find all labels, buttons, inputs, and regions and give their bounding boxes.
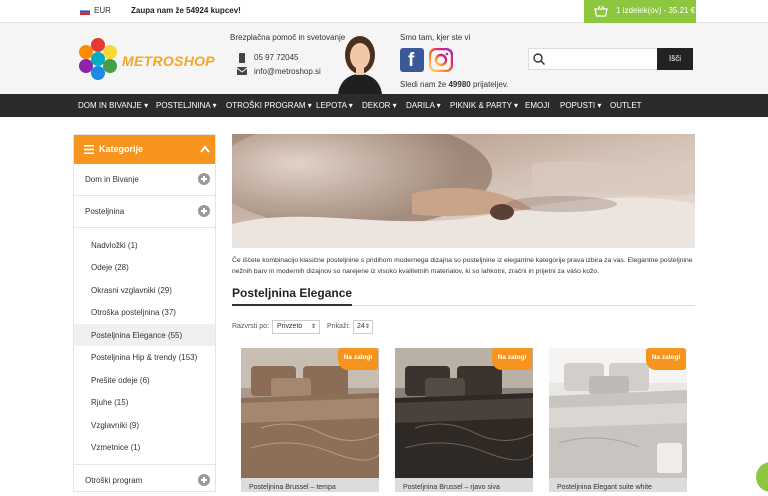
select-arrows-icon: ⇕ (310, 324, 316, 330)
in-stock-badge: Na zalogi (492, 348, 532, 370)
email-icon (236, 67, 248, 75)
logo-text: METROSHOP (122, 53, 215, 69)
fans-prefix: Sledi nam že (400, 80, 447, 89)
search-button[interactable]: Išči (657, 48, 693, 70)
sidebar-subitem-active[interactable]: Posteljnina Elegance (55) (74, 324, 215, 346)
category-sidebar: Kategorije Dom in Bivanje Posteljnina Na… (73, 134, 216, 492)
list-icon (84, 145, 94, 154)
expand-plus-icon[interactable] (198, 474, 210, 486)
main-nav: DOM IN BIVANJE ▾ POSTELJNINA ▾ OTROŠKI P… (0, 94, 768, 117)
sort-select[interactable]: Privzeto ⇕ (272, 320, 320, 334)
sidebar-item-dom-in-bivanje[interactable]: Dom in Bivanje (74, 164, 215, 196)
sidebar-subitem-label: Odeje (28) (91, 263, 129, 272)
sort-label: Razvrsti po: (232, 323, 269, 330)
product-card[interactable]: Na zalogi Posteljnina Elegant suite whit… (548, 348, 688, 492)
logo-mark-icon (79, 38, 117, 80)
sidebar-header[interactable]: Kategorije (74, 135, 215, 164)
sidebar-subitem[interactable]: Posteljnina Hip & trendy (153) (74, 346, 215, 368)
sidebar-subitem-label: Posteljnina Hip & trendy (153) (91, 353, 198, 362)
sidebar-subitem-label: Posteljnina Elegance (55) (91, 331, 183, 340)
show-count-select[interactable]: 24 ⇕ (353, 320, 373, 334)
sidebar-subitem-label: Nadvložki (1) (91, 241, 138, 250)
nav-item-emoji[interactable]: EMOJI (525, 101, 549, 110)
basket-icon (594, 5, 608, 17)
sidebar-subitem-label: Okrasni vzglavniki (29) (91, 286, 172, 295)
in-stock-badge: Na zalogi (646, 348, 686, 370)
category-description: Če iščete kombinacijo klasične posteljni… (232, 257, 693, 275)
sidebar-subitem[interactable]: Odeje (28) (74, 256, 215, 278)
sidebar-item-otroski-program[interactable]: Otroški program (74, 464, 215, 496)
sidebar-subitem[interactable]: Rjuhe (15) (74, 391, 215, 413)
nav-item-otroski-program[interactable]: OTROŠKI PROGRAM ▾ (226, 101, 312, 110)
show-value: 24 (357, 323, 365, 330)
product-card[interactable]: Na zalogi Posteljnina Brussel – tempa (240, 348, 380, 492)
fans-text: Sledi nam že 49980 prijateljev. (400, 80, 508, 89)
in-stock-badge: Na zalogi (338, 348, 378, 370)
product-name[interactable]: Posteljnina Elegant suite white (549, 478, 687, 492)
chat-bubble-button[interactable] (756, 462, 768, 492)
expand-plus-icon[interactable] (198, 205, 210, 217)
nav-item-piknik-party[interactable]: PIKNIK & PARTY ▾ (450, 101, 518, 110)
slovenia-flag-icon[interactable] (80, 8, 90, 15)
phone-icon (239, 53, 245, 63)
social-title: Smo tam, kjer ste vi (400, 33, 471, 42)
sidebar-subitem[interactable]: Nadvložki (1) (74, 234, 215, 256)
sidebar-title: Kategorije (99, 144, 144, 154)
instagram-icon[interactable] (429, 48, 453, 72)
select-arrows-icon: ⇕ (364, 324, 370, 330)
sidebar-subitem-label: Prešite odeje (6) (91, 376, 150, 385)
nav-item-outlet[interactable]: OUTLET (610, 101, 642, 110)
chevron-up-icon[interactable] (200, 145, 210, 153)
support-agent-photo (338, 36, 382, 94)
cart-button[interactable]: 1 izdelek(ov) - 35.21 € (584, 0, 696, 23)
bedroom-banner-image (232, 134, 695, 248)
sidebar-item-label: Posteljnina (85, 207, 125, 216)
logo[interactable]: METROSHOP (76, 37, 215, 81)
sidebar-subitem[interactable]: Otroška posteljnina (37) (74, 301, 215, 323)
help-title: Brezplačna pomoč in svetovanje (230, 33, 346, 42)
category-banner (232, 134, 695, 248)
fans-count: 49980 (448, 80, 471, 89)
sidebar-subitem[interactable]: Vzglavniki (9) (74, 414, 215, 436)
sidebar-item-label: Dom in Bivanje (85, 175, 139, 184)
product-name[interactable]: Posteljnina Brussel – tempa (241, 478, 379, 492)
page-title: Posteljnina Elegance (232, 286, 353, 300)
fans-suffix: prijateljev. (472, 80, 509, 89)
sidebar-item-label: Otroški program (85, 476, 143, 485)
sidebar-subitem[interactable]: Prešite odeje (6) (74, 369, 215, 391)
expand-plus-icon[interactable] (198, 173, 210, 185)
show-label: Prikaži: (327, 323, 350, 330)
sort-value: Privzeto (277, 323, 303, 330)
sidebar-subitem-label: Otroška posteljnina (37) (91, 308, 176, 317)
email-address[interactable]: info@metroshop.si (254, 67, 321, 76)
nav-item-dekor[interactable]: DEKOR ▾ (362, 101, 397, 110)
nav-item-posteljnina[interactable]: POSTELJNINA ▾ (156, 101, 216, 110)
promo-text: Zaupa nam že 54924 kupcev! (131, 6, 241, 15)
sidebar-subitem-label: Vzmetnice (1) (91, 443, 141, 452)
nav-item-dom-in-bivanje[interactable]: DOM IN BIVANJE ▾ (78, 101, 148, 110)
search-icon (533, 53, 545, 65)
nav-item-lepota[interactable]: LEPOTA ▾ (316, 101, 353, 110)
phone-number[interactable]: 05 97 72045 (254, 53, 299, 62)
sidebar-subitem-label: Vzglavniki (9) (91, 421, 140, 430)
currency-selector[interactable]: EUR (94, 6, 111, 15)
sidebar-subitem[interactable]: Okrasni vzglavniki (29) (74, 279, 215, 301)
sidebar-subitem-label: Rjuhe (15) (91, 398, 129, 407)
product-name[interactable]: Posteljnina Brussel – rjavo siva (395, 478, 533, 492)
sidebar-item-posteljnina[interactable]: Posteljnina (74, 196, 215, 228)
product-card[interactable]: Na zalogi Posteljnina Brussel – rjavo si… (394, 348, 534, 492)
nav-item-darila[interactable]: DARILA ▾ (406, 101, 441, 110)
title-underline (232, 304, 352, 306)
search-input[interactable] (528, 48, 658, 70)
cart-summary: 1 izdelek(ov) - 35.21 € (616, 6, 696, 15)
facebook-icon[interactable]: f (400, 48, 424, 72)
header: METROSHOP Brezplačna pomoč in svetovanje… (0, 23, 768, 94)
top-bar: EUR Zaupa nam že 54924 kupcev! 1 izdelek… (0, 0, 768, 23)
sidebar-subitem[interactable]: Vzmetnice (1) (74, 436, 215, 458)
nav-item-popusti[interactable]: POPUSTI ▾ (560, 101, 601, 110)
